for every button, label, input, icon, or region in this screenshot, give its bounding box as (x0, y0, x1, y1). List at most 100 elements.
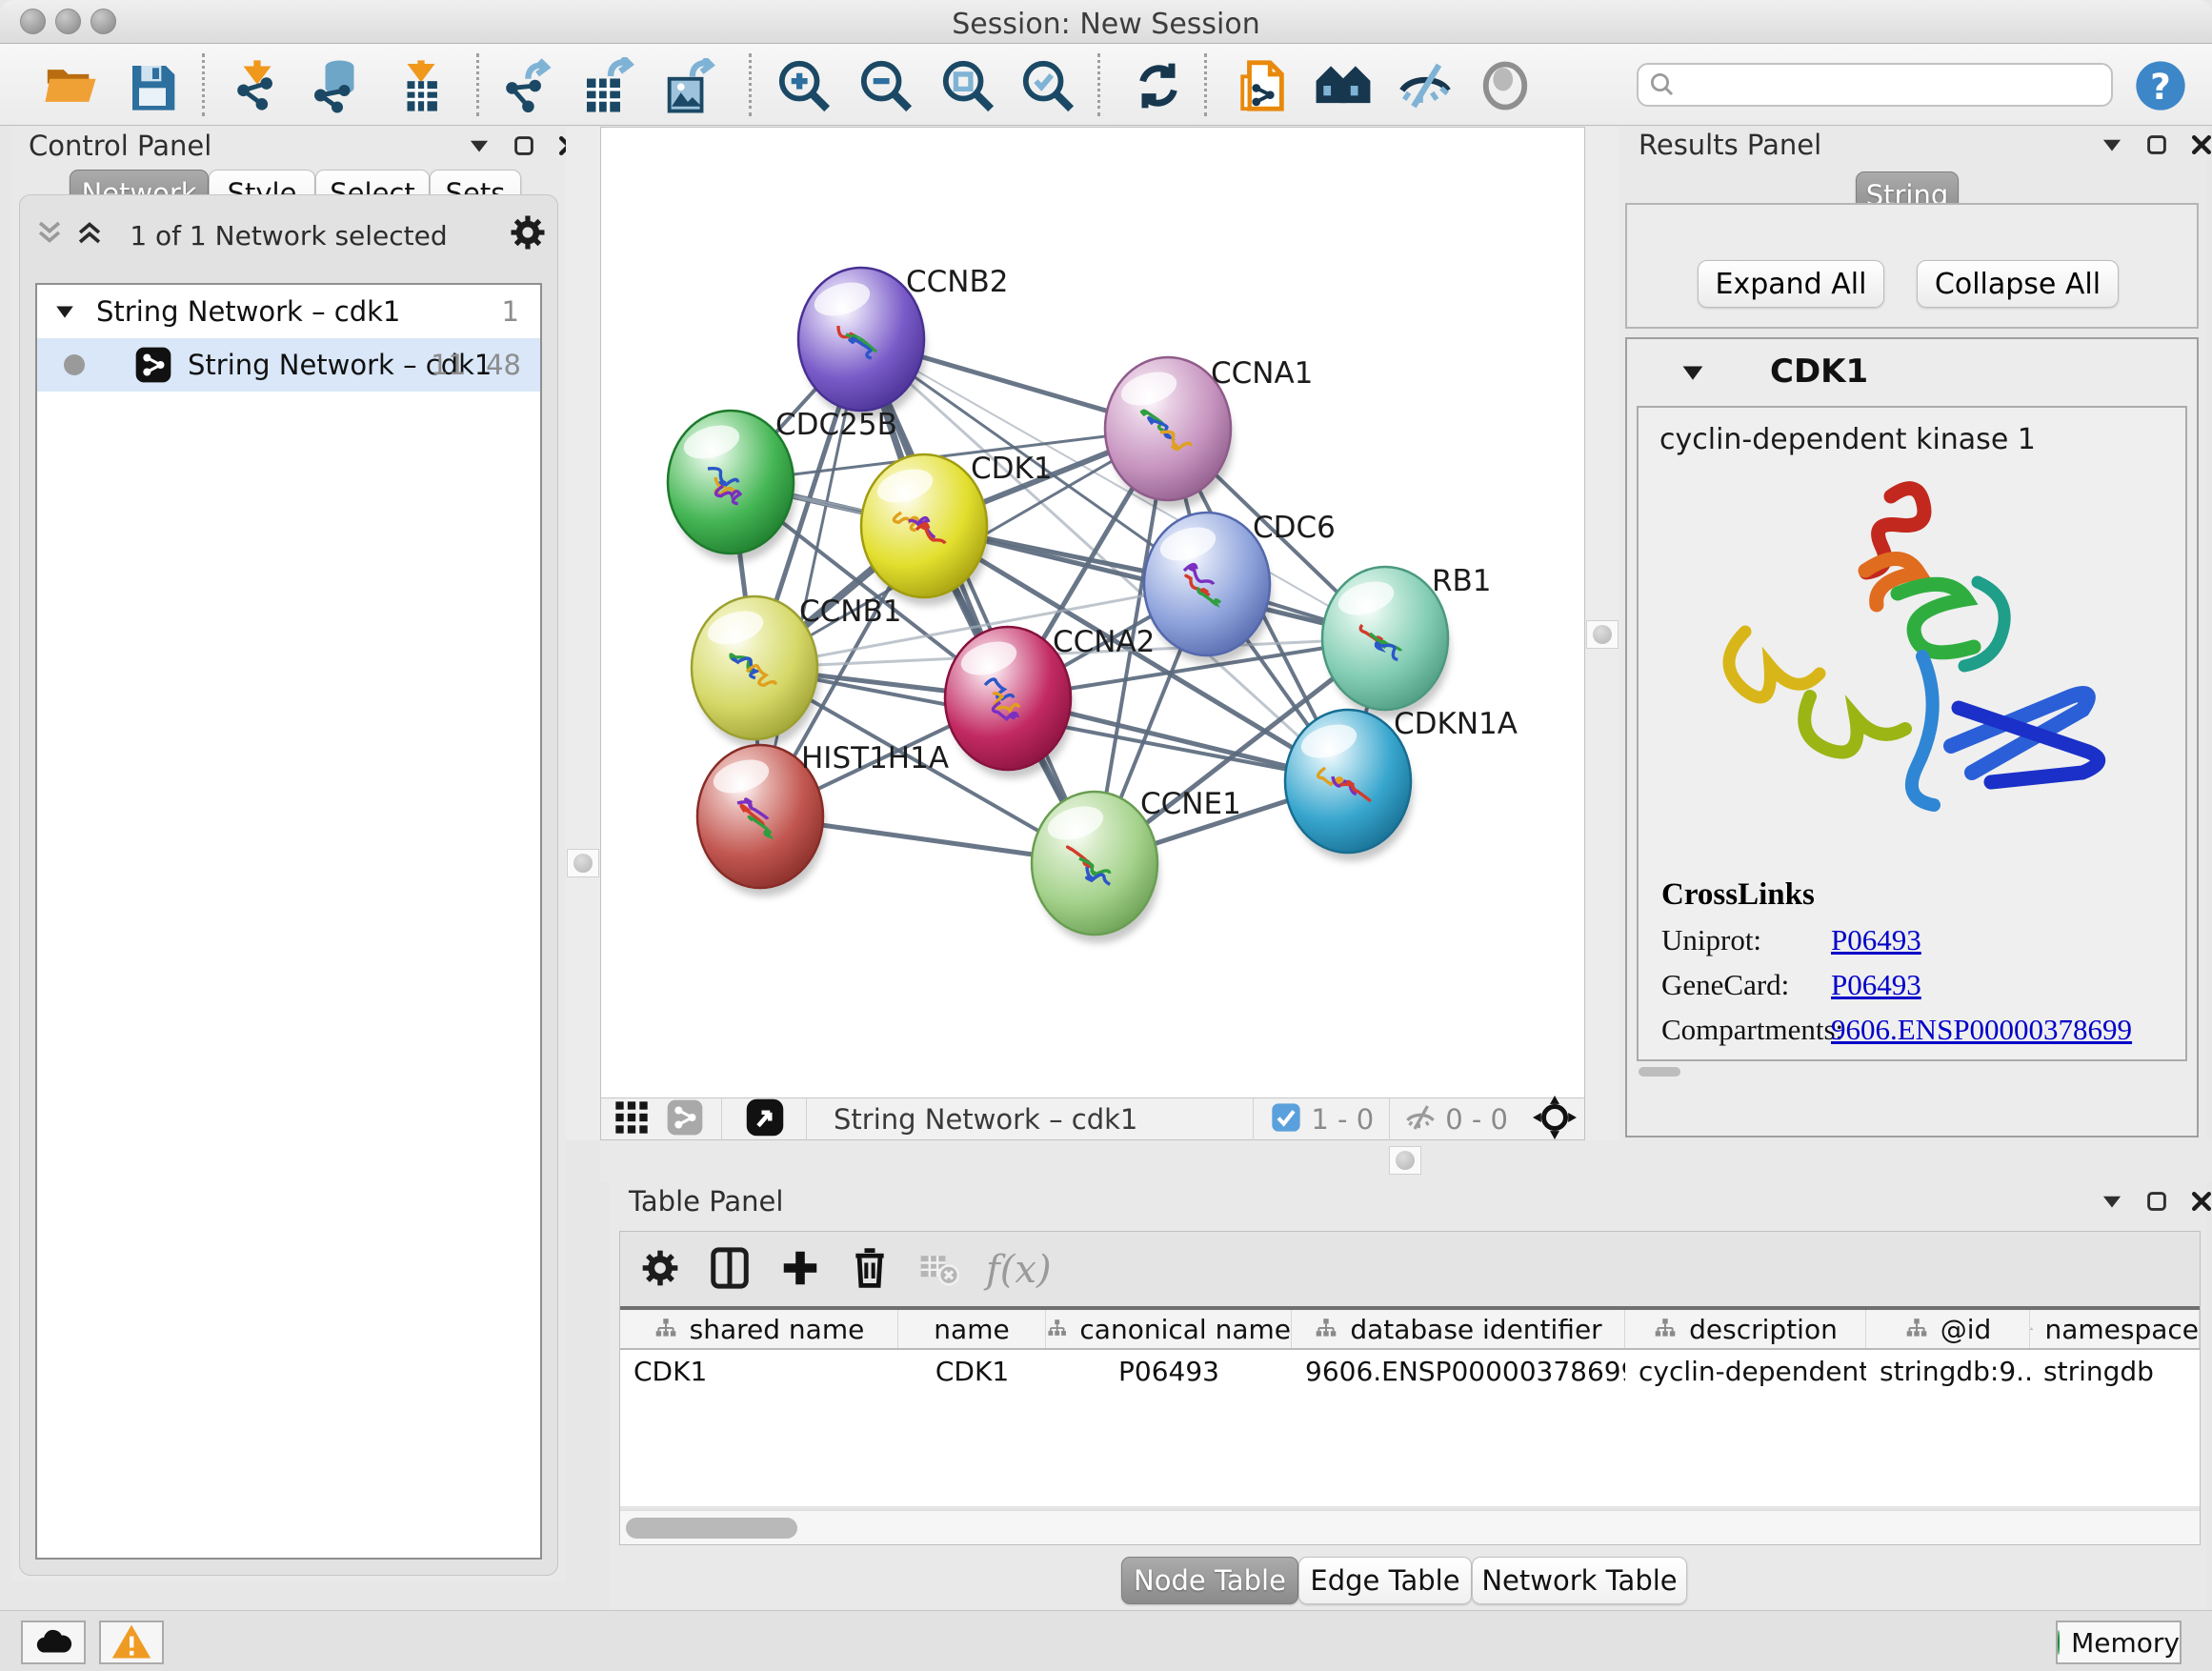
network-row[interactable]: String Network – cdk1 11 48 (37, 338, 540, 392)
column-header-databaseidentifier[interactable]: database identifier (1292, 1310, 1625, 1348)
grid-view-button[interactable] (613, 1098, 651, 1140)
collapse-all-button[interactable]: Collapse All (1917, 260, 2119, 308)
crosslink-link[interactable]: 9606.ENSP00000378699 (1831, 1057, 2132, 1061)
zoom-selected-icon (1020, 58, 1076, 113)
section-expander-icon[interactable] (1680, 360, 1705, 389)
export-image-button[interactable] (657, 55, 718, 116)
import-table-button[interactable] (391, 55, 452, 116)
table-horizontal-scrollbar[interactable] (620, 1510, 2200, 1544)
network-options-button[interactable] (508, 212, 548, 256)
open-session-button[interactable] (40, 55, 101, 116)
crosslink-link[interactable]: P06493 (1831, 923, 1921, 957)
memory-button[interactable]: Memory (2056, 1621, 2182, 1664)
node-label-CCNB2: CCNB2 (906, 265, 1008, 299)
table-cell[interactable]: P06493 (1046, 1350, 1292, 1392)
crosslink-link[interactable]: P06493 (1831, 968, 1921, 1002)
birds-eye-view-button[interactable] (745, 1097, 785, 1141)
tree-expander-icon[interactable] (54, 301, 75, 322)
network-view[interactable]: CCNB2CCNA1CDC25BCDK1CDC6RB1CCNB1CCNA2CDK… (600, 127, 1585, 1140)
tab-network-table[interactable]: Network Table (1472, 1557, 1687, 1604)
save-session-button[interactable] (122, 55, 183, 116)
delete-columns-button[interactable] (849, 1247, 891, 1293)
splitter-handle[interactable] (1389, 1146, 1421, 1175)
node-label-RB1: RB1 (1432, 564, 1492, 598)
expand-all-button[interactable]: Expand All (1698, 260, 1884, 308)
toolbar-separator (476, 53, 479, 116)
zoom-in-button[interactable] (774, 55, 835, 116)
column-header-sharedname[interactable]: shared name (620, 1310, 898, 1348)
zoom-fit-button[interactable] (937, 55, 998, 116)
node-label-HIST1H1A: HIST1H1A (801, 741, 949, 775)
refresh-layout-button[interactable] (1128, 55, 1189, 116)
column-header-namespace[interactable]: namespace (2030, 1310, 2200, 1348)
table-cell[interactable]: stringdb:9... (1866, 1350, 2030, 1392)
collapse-panel-icon[interactable] (467, 133, 492, 158)
float-panel-icon[interactable] (2145, 133, 2168, 156)
node-label-CCNE1: CCNE1 (1140, 787, 1241, 821)
string-document-button[interactable] (1233, 55, 1294, 116)
network-collection-row[interactable]: String Network – cdk1 1 (37, 285, 540, 338)
column-header-name[interactable]: name (898, 1310, 1046, 1348)
export-table-button[interactable] (575, 55, 636, 116)
crosslink-link[interactable]: 9606.ENSP00000378699 (1831, 1013, 2132, 1047)
node-table[interactable]: shared namenamecanonical namedatabase id… (620, 1306, 2200, 1506)
scrollbar-thumb[interactable] (626, 1518, 797, 1539)
hide-graphics-button[interactable] (1395, 55, 1456, 116)
horizontal-splitter[interactable] (600, 1140, 2212, 1181)
float-panel-icon[interactable] (513, 134, 535, 157)
table-cell[interactable]: CDK1 (898, 1350, 1046, 1392)
table-cell[interactable]: CDK1 (620, 1350, 898, 1392)
grid-icon (613, 1098, 651, 1137)
column-type-icon (1314, 1317, 1338, 1341)
help-button[interactable]: ? (2130, 55, 2191, 116)
network-canvas[interactable]: CCNB2CCNA1CDC25BCDK1CDC6RB1CCNB1CCNA2CDK… (601, 128, 1584, 1097)
import-table-icon (393, 58, 449, 113)
table-options-button[interactable] (639, 1247, 681, 1293)
table-cell[interactable]: cyclin-dependent ... (1625, 1350, 1866, 1392)
column-header-id[interactable]: @id (1866, 1310, 2030, 1348)
left-splitter[interactable] (566, 127, 600, 1140)
search-field[interactable] (1637, 63, 2113, 107)
tab-node-table[interactable]: Node Table (1121, 1557, 1298, 1604)
show-graphics-button[interactable] (1475, 55, 1536, 116)
right-splitter[interactable] (1585, 127, 1619, 1140)
splitter-handle[interactable] (567, 849, 599, 877)
column-type-icon (2030, 1317, 2033, 1341)
zoom-selected-button[interactable] (1017, 55, 1078, 116)
export-network-button[interactable] (495, 55, 556, 116)
splitter-handle[interactable] (1586, 620, 1619, 649)
hidden-elements-indicator[interactable] (1403, 1100, 1438, 1138)
center-view-button[interactable] (1533, 1096, 1577, 1143)
float-panel-icon[interactable] (2145, 1190, 2168, 1213)
first-neighbors-button[interactable] (1313, 55, 1374, 116)
import-network-database-button[interactable] (307, 55, 368, 116)
warnings-button[interactable] (99, 1621, 164, 1664)
import-network-file-button[interactable] (227, 55, 288, 116)
function-builder-button[interactable]: f(x) (986, 1248, 1052, 1292)
results-panel: Results Panel String Expand All Collapse… (1619, 127, 2206, 1140)
cloud-icon (33, 1622, 73, 1662)
cloud-status-button[interactable] (21, 1621, 86, 1664)
table-cell[interactable]: stringdb (2030, 1350, 2200, 1392)
node-label-CDC6: CDC6 (1253, 511, 1336, 545)
selected-nodes-checkbox[interactable] (1271, 1102, 1301, 1137)
zoom-out-button[interactable] (855, 55, 916, 116)
tab-edge-table[interactable]: Edge Table (1298, 1557, 1472, 1604)
show-columns-button[interactable] (708, 1246, 752, 1294)
results-panel-title: Results Panel (1639, 129, 1821, 161)
delete-table-button[interactable] (917, 1247, 959, 1293)
column-header-canonicalname[interactable]: canonical name (1046, 1310, 1292, 1348)
search-input[interactable] (1677, 67, 2111, 103)
help-icon: ? (2134, 59, 2187, 112)
horizontal-scrollbar-thumb[interactable] (1639, 1067, 1680, 1077)
network-view-toggle-button[interactable] (666, 1098, 704, 1140)
column-type-icon (1653, 1317, 1678, 1341)
table-cell[interactable]: 9606.ENSP00000378699 (1292, 1350, 1625, 1392)
close-panel-icon[interactable] (2189, 132, 2212, 157)
collapse-panel-icon[interactable] (2100, 132, 2124, 157)
close-panel-icon[interactable] (2189, 1189, 2212, 1214)
collapse-panel-icon[interactable] (2100, 1189, 2124, 1214)
table-row[interactable]: CDK1CDK1P064939606.ENSP00000378699cyclin… (620, 1350, 2200, 1392)
column-header-description[interactable]: description (1625, 1310, 1866, 1348)
create-column-button[interactable] (778, 1246, 822, 1294)
